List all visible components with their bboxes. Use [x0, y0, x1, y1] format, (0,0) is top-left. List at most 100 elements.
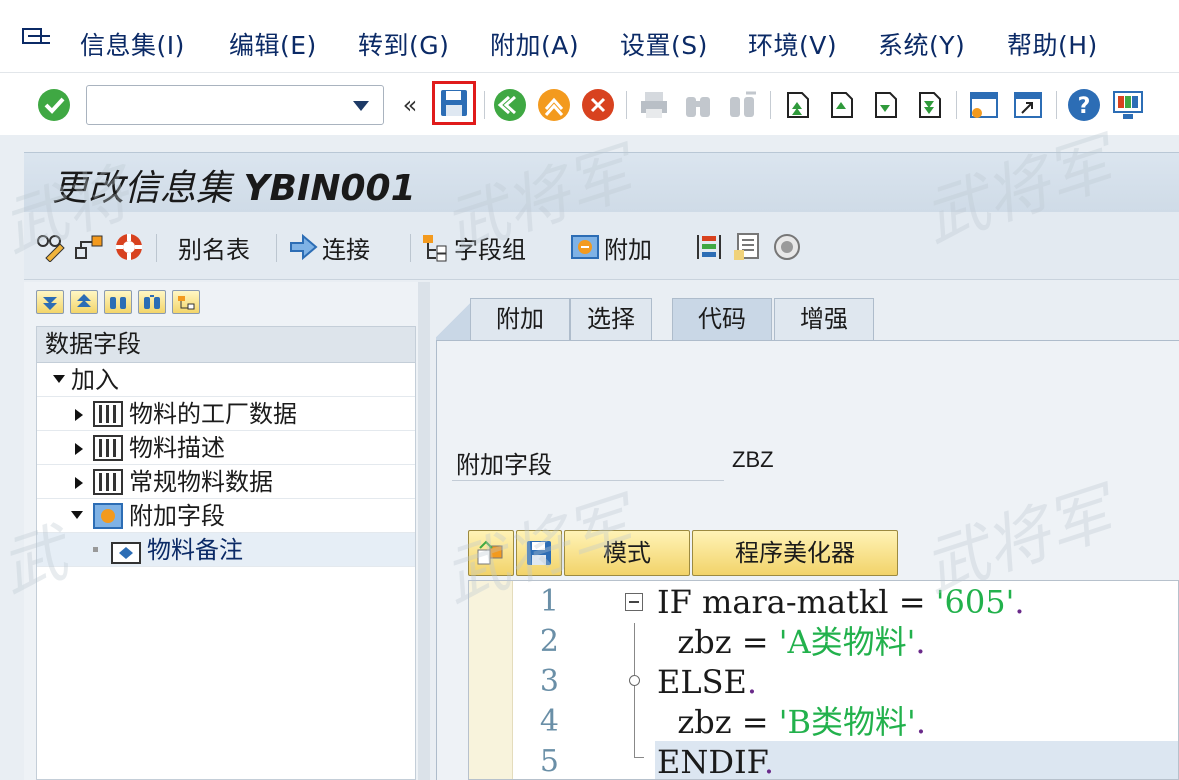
code-line[interactable]: zbz = 'B类物料'.	[655, 701, 1178, 741]
document-list-icon[interactable]	[732, 232, 766, 262]
code-token: .	[746, 663, 758, 701]
chevron-down-icon[interactable]	[353, 101, 369, 111]
mode-button[interactable]: 模式	[564, 530, 690, 576]
print-icon[interactable]	[636, 87, 672, 123]
fold-guide	[634, 683, 635, 757]
caret-right-icon[interactable]	[75, 477, 83, 489]
line-number: 4	[539, 704, 559, 739]
separator	[770, 91, 771, 119]
find-next-icon[interactable]	[724, 87, 760, 123]
enter-icon[interactable]	[36, 87, 72, 123]
caret-right-icon[interactable]	[75, 443, 83, 455]
save-icon[interactable]	[432, 81, 476, 125]
code-token: .	[915, 623, 926, 661]
menu-icon[interactable]	[22, 27, 52, 51]
menu-help[interactable]: 帮助(H)	[1007, 26, 1098, 62]
back-icon[interactable]	[492, 87, 528, 123]
shortcut-icon[interactable]	[1010, 87, 1046, 123]
expand-all-icon[interactable]	[36, 290, 64, 314]
last-page-icon[interactable]	[910, 87, 946, 123]
caret-down-icon[interactable]	[53, 375, 65, 383]
find-icon[interactable]	[680, 87, 716, 123]
help-icon[interactable]: ?	[1066, 87, 1102, 123]
tree-node-label: 物料备注	[147, 536, 243, 564]
display-change-icon[interactable]	[468, 530, 514, 576]
code-line[interactable]: ENDIF.	[655, 741, 1178, 780]
alias-table-button[interactable]: 别名表	[178, 232, 250, 264]
table-icon	[93, 469, 123, 495]
menu-system[interactable]: 系统(Y)	[878, 26, 965, 62]
lifebuoy-icon[interactable]	[114, 232, 148, 262]
field-group-icon[interactable]	[172, 290, 200, 314]
tab-strip-edge	[436, 298, 472, 340]
tab-code[interactable]: 代码	[672, 298, 772, 340]
application-toolbar: 别名表 连接 字段组 附加	[24, 212, 1179, 280]
hierarchy-icon[interactable]	[74, 232, 108, 262]
tree-node-extra-fields[interactable]: 附加字段	[37, 499, 415, 533]
pretty-printer-button[interactable]: 程序美化器	[692, 530, 898, 576]
tab-selection[interactable]: 选择	[570, 298, 652, 340]
field-groups-button[interactable]: 字段组	[420, 232, 526, 264]
collapse-all-icon[interactable]	[70, 290, 98, 314]
menu-environment[interactable]: 环境(V)	[748, 26, 837, 62]
find-next-icon[interactable]	[138, 290, 166, 314]
new-session-icon[interactable]	[966, 87, 1002, 123]
next-page-icon[interactable]	[866, 87, 902, 123]
code-editor[interactable]: 1 2 3 4 5 IF mara-matkl = '605'. zbz = 'A类物料…	[468, 580, 1179, 780]
cancel-icon[interactable]	[580, 87, 616, 123]
field-groups-label: 字段组	[454, 235, 526, 264]
code-token: 'A类物料'	[778, 623, 916, 661]
arrow-right-icon	[288, 232, 318, 262]
tree-node-label: 附加字段	[129, 502, 225, 530]
data-fields-tree: 数据字段 加入 物料的工厂数据 物料描述 常规物料数据 附加字段 物料备注	[36, 326, 416, 780]
divider	[452, 480, 724, 481]
menu-goto[interactable]: 转到(G)	[358, 26, 449, 62]
display-change-icon[interactable]	[36, 232, 70, 262]
code-token: zbz =	[657, 623, 779, 661]
code-line[interactable]: zbz = 'A类物料'.	[655, 621, 1178, 661]
collapse-block-icon[interactable]	[625, 593, 643, 611]
code-lines[interactable]: IF mara-matkl = '605'. zbz = 'A类物料'. ELSE…	[655, 581, 1178, 780]
menu-extras[interactable]: 附加(A)	[490, 26, 579, 62]
tree-node-plant-data[interactable]: 物料的工厂数据	[37, 397, 415, 431]
find-icon[interactable]	[104, 290, 132, 314]
code-line[interactable]: IF mara-matkl = '605'.	[655, 581, 1178, 621]
code-token: zbz =	[657, 703, 779, 741]
menu-settings[interactable]: 设置(S)	[620, 26, 708, 62]
table-icon	[93, 435, 123, 461]
tree-node-general-data[interactable]: 常规物料数据	[37, 465, 415, 499]
command-field[interactable]	[86, 85, 384, 125]
extra-field-label: 附加字段	[456, 451, 552, 479]
tree-node-root[interactable]: 加入	[37, 363, 415, 397]
line-numbers: 1 2 3 4 5	[513, 581, 563, 779]
record-icon[interactable]	[772, 232, 806, 262]
caret-down-icon[interactable]	[71, 511, 83, 519]
separator	[156, 234, 157, 262]
tab-enhancement[interactable]: 增强	[774, 298, 874, 340]
caret-right-icon[interactable]	[75, 409, 83, 421]
splitter[interactable]	[418, 282, 430, 780]
first-page-icon[interactable]	[778, 87, 814, 123]
layout-icon[interactable]	[1110, 87, 1146, 123]
prev-page-icon[interactable]	[822, 87, 858, 123]
code-line[interactable]: ELSE.	[655, 661, 1178, 701]
exit-icon[interactable]	[536, 87, 572, 123]
code-token: ENDIF	[657, 743, 764, 780]
command-input[interactable]	[87, 86, 337, 122]
menu-infoset[interactable]: 信息集(I)	[80, 26, 185, 62]
bullet-icon	[93, 547, 98, 552]
tree-node-material-desc[interactable]: 物料描述	[37, 431, 415, 465]
tree-node-label: 物料描述	[129, 434, 225, 462]
extras-button[interactable]: 附加	[570, 232, 652, 264]
menu-edit[interactable]: 编辑(E)	[229, 26, 317, 62]
tab-extras[interactable]: 附加	[470, 298, 570, 340]
color-bars-icon[interactable]	[694, 232, 728, 262]
tree-node-material-note[interactable]: 物料备注	[37, 533, 415, 567]
table-icon	[93, 401, 123, 427]
save-icon[interactable]	[516, 530, 562, 576]
editor-gutter	[469, 581, 513, 779]
collapse-icon[interactable]: «	[392, 87, 428, 123]
line-number: 1	[539, 584, 559, 619]
code-token: .	[915, 703, 926, 741]
join-button[interactable]: 连接	[288, 232, 370, 264]
